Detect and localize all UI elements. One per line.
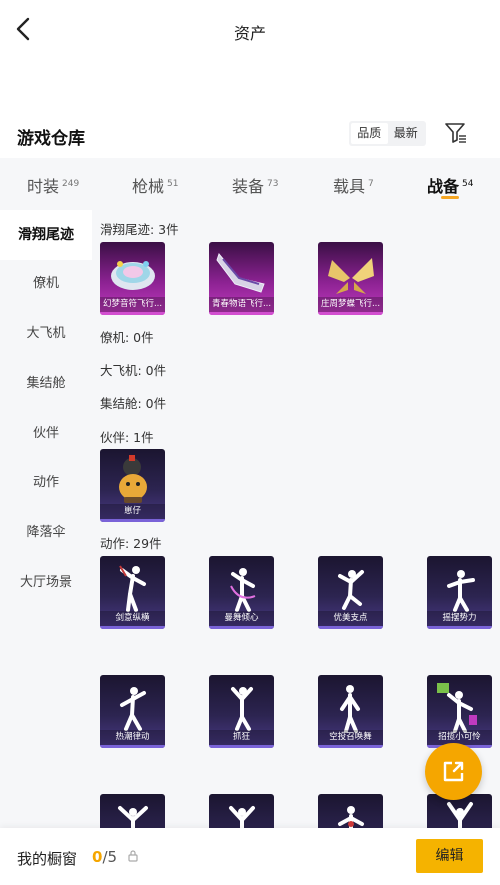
item-card[interactable]: 抓狂: [209, 675, 274, 748]
side-item-emote[interactable]: 动作: [0, 458, 92, 508]
item-name: 空投召唤舞: [329, 732, 372, 742]
emote-figure-icon: [229, 806, 255, 829]
lock-icon: [128, 850, 138, 862]
section-label-partner: 伙伴: 1件: [100, 430, 154, 445]
item-card[interactable]: 剑意纵横: [100, 556, 165, 629]
showcase-count: 0/5: [92, 848, 118, 866]
item-card[interactable]: 优美支点: [318, 556, 383, 629]
showcase-label: 我的橱窗: [17, 850, 78, 868]
top-bar: 资产: [0, 0, 500, 58]
side-item-big-plane[interactable]: 大飞机: [0, 309, 92, 359]
item-card[interactable]: [100, 794, 165, 829]
tab-vehicles[interactable]: 载具 7: [333, 173, 374, 197]
item-grid: 滑翔尾迹: 3件 幻梦音符飞行... 青春物语飞行... 庄周梦蝶飞行... 僚…: [92, 209, 500, 829]
side-item-wingman[interactable]: 僚机: [0, 259, 92, 309]
item-name: 庄周梦蝶飞行...: [320, 299, 381, 309]
warehouse-title: 游戏仓库: [17, 129, 85, 149]
tab-equipment[interactable]: 装备 73: [232, 173, 278, 197]
item-name: 曼舞倾心: [224, 613, 259, 623]
item-card[interactable]: 热潮律动: [100, 675, 165, 748]
item-name: 剑意纵横: [115, 613, 150, 623]
side-item-glide-trail[interactable]: 滑翔尾迹: [0, 210, 92, 260]
item-name: 摇摆势力: [442, 613, 477, 623]
showcase-bar: 我的橱窗 0/5 编辑: [0, 828, 500, 885]
item-name: 青春物语飞行...: [211, 299, 272, 309]
section-label-emote: 动作: 29件: [100, 536, 162, 551]
page-title: 资产: [233, 24, 266, 43]
section-label-wingman: 僚机: 0件: [100, 330, 154, 345]
section-label-capsule: 集结舱: 0件: [100, 396, 167, 411]
item-card[interactable]: 庄周梦蝶飞行...: [318, 242, 383, 315]
edit-button[interactable]: 编辑: [416, 839, 483, 873]
item-card[interactable]: 青春物语飞行...: [209, 242, 274, 315]
active-tab-indicator: [441, 196, 459, 199]
item-card[interactable]: 崽仔: [100, 449, 165, 522]
share-button[interactable]: [425, 743, 482, 800]
item-card[interactable]: 幻梦音符飞行...: [100, 242, 165, 315]
item-name: 优美支点: [333, 613, 368, 623]
item-card[interactable]: 空投召唤舞: [318, 675, 383, 748]
emote-figure-icon: [338, 806, 364, 829]
tab-guns[interactable]: 枪械 51: [132, 173, 178, 197]
side-item-lobby-scene[interactable]: 大厅场景: [0, 558, 92, 608]
item-card[interactable]: 招揽小可怜: [427, 675, 492, 748]
tab-fashion[interactable]: 时装 249: [27, 173, 79, 197]
sort-quality-button[interactable]: 品质: [351, 123, 388, 144]
item-name: 热潮律动: [115, 732, 150, 742]
share-icon: [443, 761, 464, 782]
item-name: 抓狂: [232, 732, 250, 742]
sort-toggle: 品质 最新: [349, 121, 426, 146]
item-card[interactable]: 摇摆势力: [427, 556, 492, 629]
section-label-plane: 大飞机: 0件: [100, 363, 167, 378]
side-item-capsule[interactable]: 集结舱: [0, 359, 92, 409]
item-name: 幻梦音符飞行...: [102, 299, 163, 309]
section-label-glide: 滑翔尾迹: 3件: [100, 222, 179, 237]
category-tabs: 时装 249 枪械 51 装备 73 载具 7 战备 54: [0, 158, 500, 209]
side-item-partner[interactable]: 伙伴: [0, 409, 92, 459]
filter-icon[interactable]: [444, 121, 468, 145]
sort-latest-button[interactable]: 最新: [388, 123, 425, 144]
side-item-parachute[interactable]: 降落伞: [0, 508, 92, 558]
emote-figure-icon: [118, 806, 148, 829]
item-card[interactable]: 曼舞倾心: [209, 556, 274, 629]
tab-battle-prep[interactable]: 战备 54: [427, 173, 473, 197]
item-card[interactable]: [209, 794, 274, 829]
side-nav: 滑翔尾迹 僚机 大飞机 集结舱 伙伴 动作 降落伞 大厅场景: [0, 209, 92, 885]
item-card[interactable]: [318, 794, 383, 829]
item-name: 崽仔: [123, 506, 141, 516]
